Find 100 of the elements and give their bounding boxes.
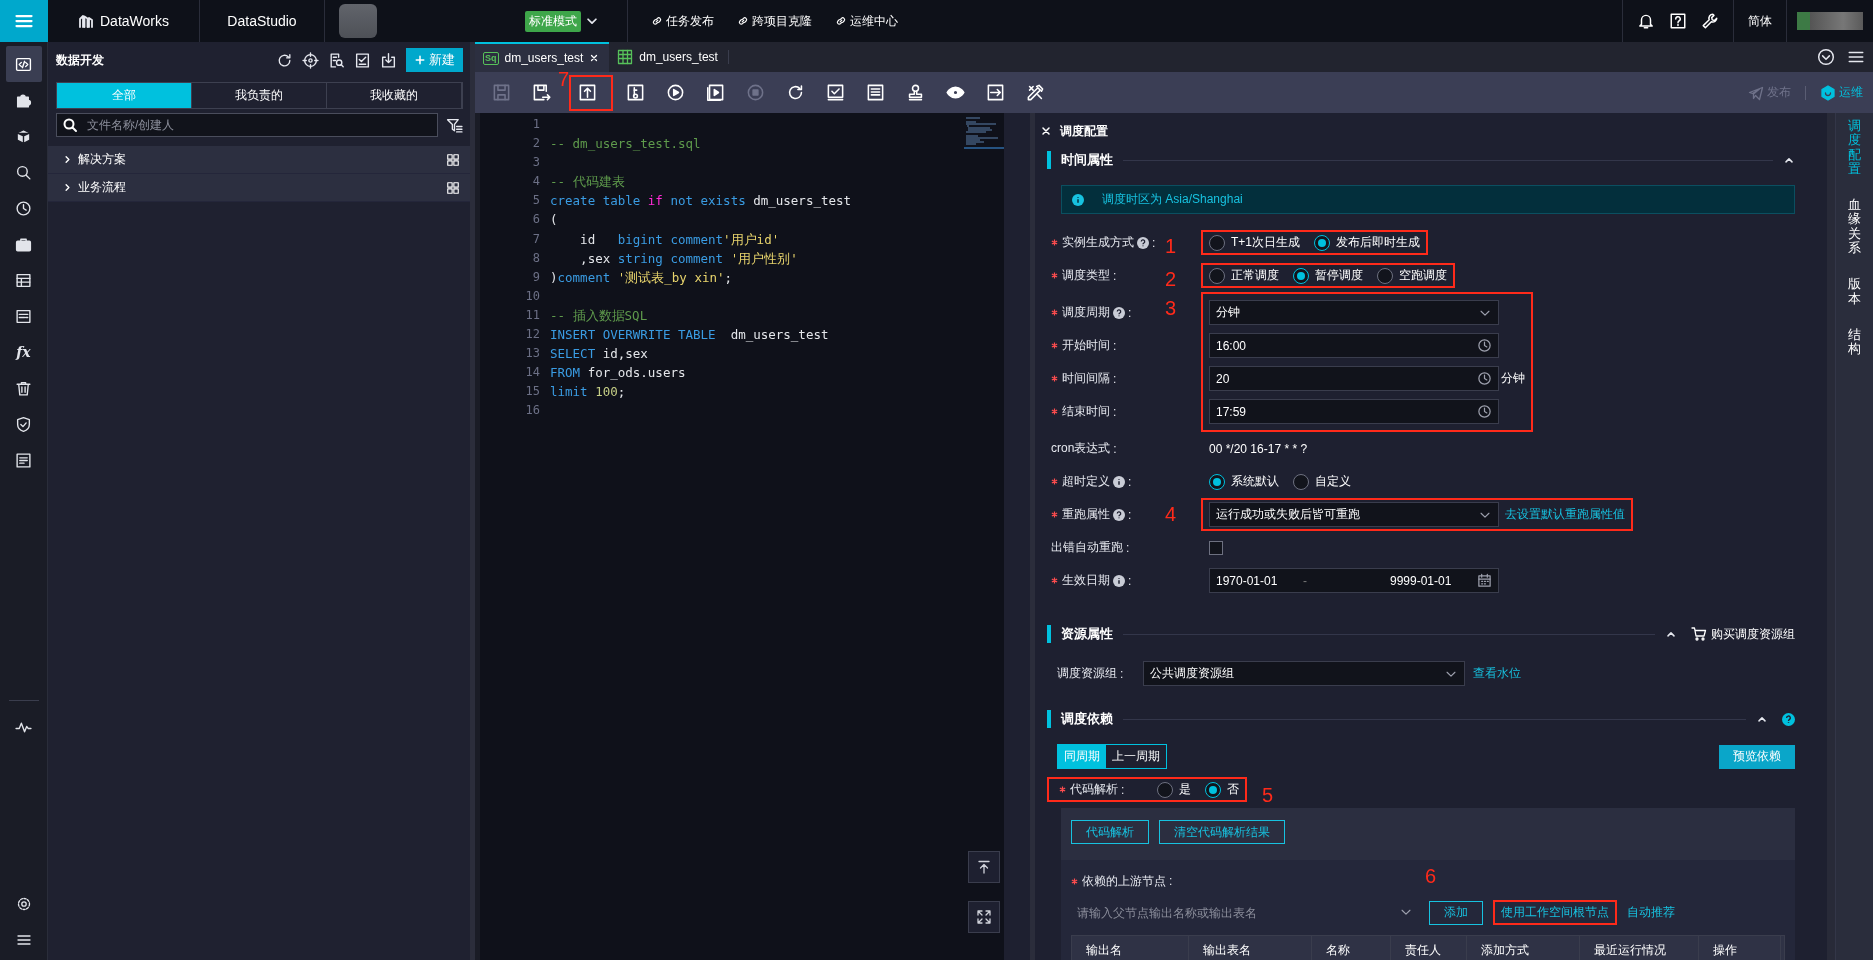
column-header: 责任人 (1391, 936, 1467, 960)
outline-button[interactable]: 清空代码解析结果 (1159, 820, 1285, 844)
buy-resource-link[interactable]: 购买调度资源组 (1691, 625, 1795, 643)
panel-tool-button[interactable] (302, 51, 319, 69)
cycle-tab[interactable]: 上一周期 (1106, 745, 1166, 768)
help-icon[interactable] (1782, 712, 1795, 726)
code-token: 100 (595, 384, 618, 400)
side-tab[interactable]: 调度配置 (1848, 119, 1861, 177)
editor-tab[interactable]: Sq dm_users_test (475, 42, 610, 72)
operations-button[interactable]: 运维 (1820, 84, 1863, 101)
time-field[interactable]: 16:00 (1209, 333, 1499, 358)
radio-button[interactable] (1209, 267, 1225, 284)
line-number: 4 (531, 173, 541, 191)
toolbar-button[interactable] (1669, 12, 1687, 30)
link[interactable]: 使用工作空间根节点 (1501, 904, 1609, 921)
code-token: for_ods.users (587, 365, 686, 381)
code-token: not exists (669, 193, 747, 209)
field-label: cron表达式 (1051, 440, 1111, 457)
select-field[interactable]: 公共调度资源组 (1143, 661, 1465, 686)
fullscreen-button[interactable] (968, 901, 1000, 933)
link[interactable]: 去设置默认重跑属性值 (1505, 506, 1625, 523)
panel-tool-button[interactable] (354, 51, 371, 69)
radio-button[interactable] (1157, 781, 1173, 798)
calendar-icon (1477, 573, 1492, 588)
radio-button[interactable] (1209, 473, 1225, 490)
field-label: 代码解析 (1070, 781, 1118, 798)
filter-tab[interactable]: 我收藏的 (327, 83, 462, 108)
section-marker (1047, 625, 1051, 643)
help-icon[interactable] (1113, 306, 1125, 319)
search-field[interactable]: 文件名称/创建人 (56, 113, 438, 137)
side-tab[interactable]: 血缘关系 (1848, 198, 1861, 256)
toolbar-button[interactable] (1701, 12, 1719, 30)
panel-tool-button[interactable] (328, 51, 345, 69)
rail-button[interactable]: fx (5, 334, 42, 370)
close-button[interactable] (589, 53, 600, 63)
add-button[interactable]: 添加 (1429, 900, 1483, 925)
export-icon (985, 83, 1005, 102)
radio-label: 是 (1179, 781, 1191, 798)
filter-tab[interactable]: 我负责的 (192, 83, 327, 108)
link[interactable]: 查看水位 (1473, 665, 1521, 682)
link-icon (834, 14, 848, 28)
nav-link[interactable]: 任务发布 (650, 12, 714, 30)
checkbox[interactable] (1209, 540, 1223, 555)
upstream-select-field[interactable]: 请输入父节点输出名称或输出表名 (1071, 900, 1419, 925)
info-icon[interactable] (1113, 574, 1125, 587)
outline-button[interactable]: 代码解析 (1071, 820, 1149, 844)
select-field[interactable]: 分钟 (1209, 300, 1499, 325)
info-icon[interactable] (1113, 475, 1125, 488)
radio-button[interactable] (1293, 267, 1309, 284)
radio-label: 系统默认 (1231, 473, 1279, 490)
panel-tool-button[interactable] (380, 51, 397, 69)
section-title: 时间属性 (1061, 151, 1113, 169)
help-icon[interactable] (1113, 508, 1125, 521)
code-icon (15, 55, 32, 73)
line-number: 3 (531, 154, 541, 172)
save-icon (491, 83, 511, 102)
close-icon (589, 53, 600, 63)
line-number: 2 (531, 135, 541, 153)
field-label: 出错自动重跑 (1051, 539, 1123, 556)
line-number: 12 (524, 326, 541, 344)
code-token: ( (550, 212, 558, 228)
panel-tool-button[interactable] (276, 51, 293, 69)
panel-title: 数据开发 (56, 51, 105, 69)
tree-item[interactable]: 解决方案 (48, 146, 470, 174)
column-header: 输出表名 (1189, 936, 1312, 960)
editor-tab[interactable]: dm_users_test (609, 42, 728, 72)
upload-icon (577, 83, 597, 102)
tree-item[interactable]: 业务流程 (48, 174, 470, 202)
link-icon (736, 14, 750, 28)
radio-button[interactable] (1314, 234, 1330, 251)
side-tab[interactable]: 版本 (1848, 277, 1861, 306)
scroll-top-button[interactable] (968, 851, 1000, 883)
radio-button[interactable] (1377, 267, 1393, 284)
time-field[interactable]: 17:59 (1209, 399, 1499, 424)
search-icon (15, 163, 32, 181)
document-search-icon (328, 51, 345, 69)
callout-number: 1 (1165, 236, 1177, 256)
table-icon (617, 49, 634, 65)
code-token: '用户id' (723, 231, 780, 247)
date-range-field[interactable]: 1970-01-01 - 9999-01-01 (1209, 568, 1499, 593)
required-icon (1051, 511, 1058, 518)
nav-link[interactable]: 运维中心 (834, 12, 898, 30)
radio-button[interactable] (1205, 781, 1221, 798)
select-field[interactable]: 运行成功或失败后皆可重跑 (1209, 502, 1499, 527)
cube-icon (15, 127, 32, 145)
code-token: ; (724, 269, 732, 285)
rail-button[interactable] (5, 46, 42, 82)
side-tab[interactable]: 结构 (1848, 327, 1861, 357)
link[interactable]: 自动推荐 (1627, 904, 1675, 921)
toolbar-button[interactable] (1637, 12, 1655, 30)
required-icon (1051, 309, 1058, 316)
nav-link[interactable]: 跨项目克隆 (736, 12, 812, 30)
radio-button[interactable] (1293, 473, 1309, 490)
help-icon[interactable] (1137, 236, 1149, 249)
time-field[interactable]: 20 (1209, 366, 1499, 391)
refresh-icon (276, 51, 293, 69)
clock-icon (1477, 404, 1492, 419)
code-token: id,sex (602, 346, 648, 362)
radio-button[interactable] (1209, 234, 1225, 251)
field-label: 超时定义 (1062, 473, 1110, 490)
